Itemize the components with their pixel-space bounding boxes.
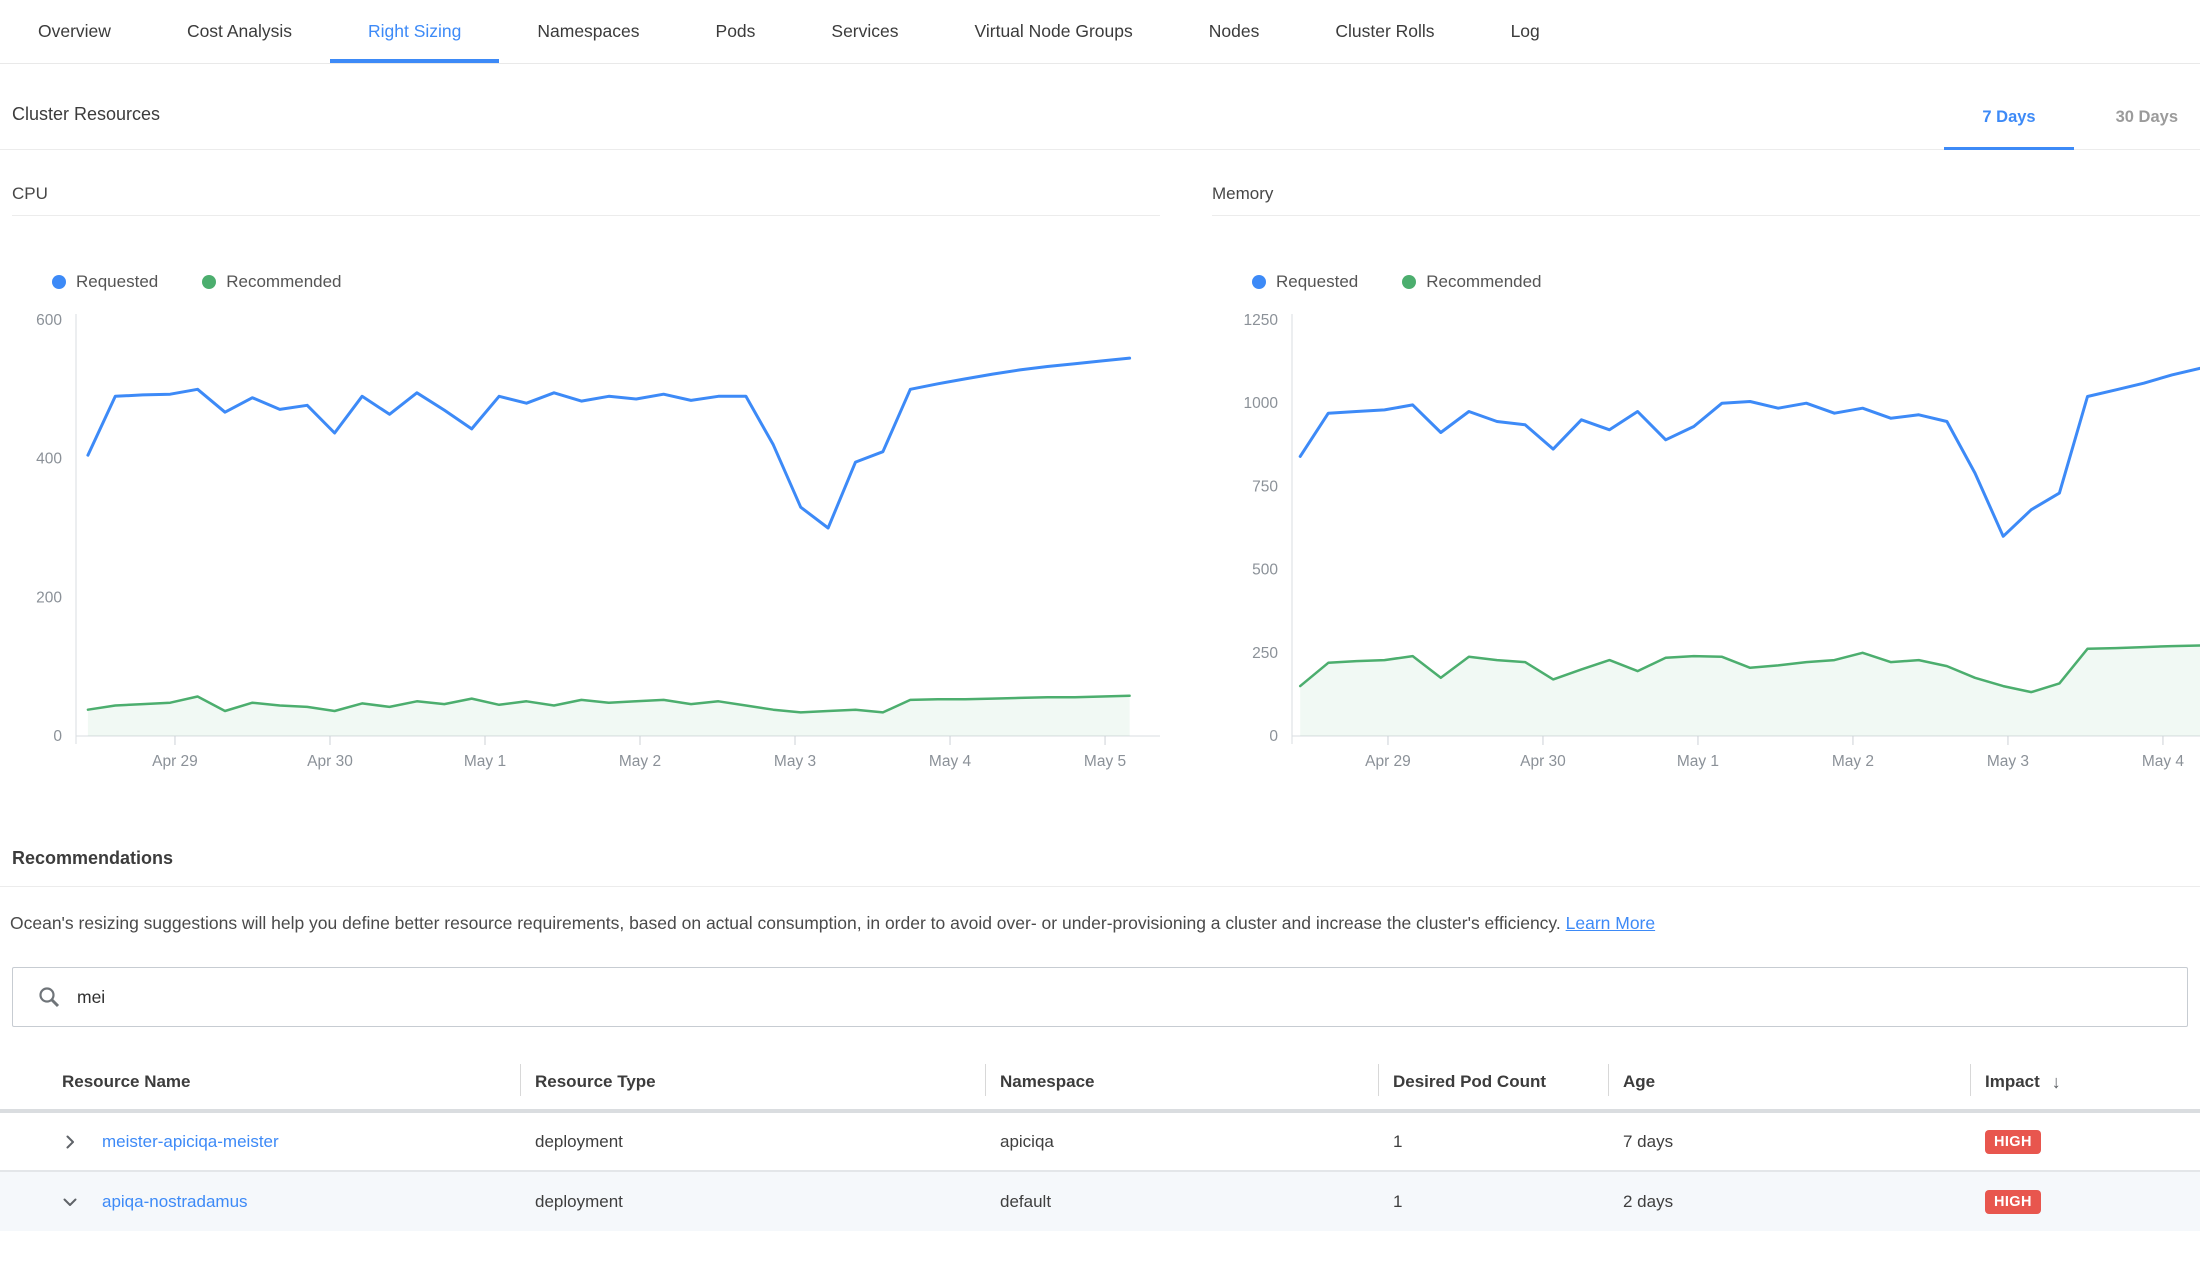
cluster-resources-title: Cluster Resources xyxy=(12,104,160,149)
table-header-row: Resource Name Resource Type Namespace De… xyxy=(0,1055,2200,1113)
svg-text:May 2: May 2 xyxy=(619,753,661,770)
svg-text:750: 750 xyxy=(1252,478,1278,495)
sort-descending-icon[interactable]: ↓ xyxy=(2052,1072,2061,1093)
range-7-days[interactable]: 7 Days xyxy=(1972,108,2045,149)
svg-text:May 3: May 3 xyxy=(1987,753,2029,770)
recommendations-description-text: Ocean's resizing suggestions will help y… xyxy=(10,913,1566,933)
recommendations-table: Resource Name Resource Type Namespace De… xyxy=(0,1055,2200,1231)
age-cell: 7 days xyxy=(1608,1132,1970,1152)
svg-text:600: 600 xyxy=(36,312,62,329)
svg-text:1250: 1250 xyxy=(1244,312,1279,329)
svg-text:Apr 30: Apr 30 xyxy=(307,753,353,770)
cpu-chart-title: CPU xyxy=(12,184,1160,216)
memory-chart-panel: Memory Requested Recommended 0 250 500 750 1… xyxy=(1212,184,2200,776)
svg-text:400: 400 xyxy=(36,451,62,468)
legend-item-requested: Requested xyxy=(52,272,158,292)
svg-text:Apr 30: Apr 30 xyxy=(1520,753,1566,770)
table-row: meister-apiciqa-meister deployment apici… xyxy=(0,1113,2200,1172)
cluster-resources-header: Cluster Resources 7 Days 30 Days xyxy=(0,64,2200,150)
impact-high-badge: HIGH xyxy=(1985,1130,2041,1154)
svg-text:May 2: May 2 xyxy=(1832,753,1874,770)
charts-row: CPU Requested Recommended 0 200 400 600 Apr … xyxy=(12,184,2200,776)
recommendations-description: Ocean's resizing suggestions will help y… xyxy=(10,913,2188,934)
top-nav: Overview Cost Analysis Right Sizing Name… xyxy=(0,0,2200,64)
tab-overview[interactable]: Overview xyxy=(0,0,149,63)
cpu-line-chart: 0 200 400 600 Apr 29 Apr 30 May 1 May 2 May 3 May… xyxy=(12,296,1160,776)
resource-name-link[interactable]: apiqa-nostradamus xyxy=(102,1192,248,1212)
legend-requested-label: Requested xyxy=(76,272,158,292)
svg-text:Apr 29: Apr 29 xyxy=(152,753,198,770)
recommended-dot-icon xyxy=(202,275,216,289)
age-cell: 2 days xyxy=(1608,1192,1970,1212)
tab-services[interactable]: Services xyxy=(793,0,936,63)
chevron-right-icon[interactable] xyxy=(62,1134,78,1150)
legend-item-recommended: Recommended xyxy=(1402,272,1541,292)
legend-requested-label: Requested xyxy=(1276,272,1358,292)
legend-item-recommended: Recommended xyxy=(202,272,341,292)
resource-type-cell: deployment xyxy=(520,1132,985,1152)
desired-pod-count-cell: 1 xyxy=(1378,1132,1608,1152)
resource-name-cell: meister-apiciqa-meister xyxy=(12,1132,520,1152)
col-impact-label: Impact xyxy=(1985,1072,2040,1092)
namespace-cell: apiciqa xyxy=(985,1132,1378,1152)
legend-recommended-label: Recommended xyxy=(1426,272,1541,292)
cpu-chart-panel: CPU Requested Recommended 0 200 400 600 Apr … xyxy=(12,184,1160,776)
col-age[interactable]: Age xyxy=(1608,1055,1970,1109)
learn-more-link[interactable]: Learn More xyxy=(1566,913,1656,933)
svg-text:May 4: May 4 xyxy=(929,753,972,770)
legend-recommended-label: Recommended xyxy=(226,272,341,292)
resource-name-cell: apiqa-nostradamus xyxy=(12,1192,520,1212)
tab-right-sizing[interactable]: Right Sizing xyxy=(330,0,499,63)
tab-pods[interactable]: Pods xyxy=(678,0,794,63)
resource-name-link[interactable]: meister-apiciqa-meister xyxy=(102,1132,279,1152)
memory-line-chart: 0 250 500 750 1000 1250 Apr 29 Apr 30 May 1 May 2… xyxy=(1212,296,2200,776)
svg-text:500: 500 xyxy=(1252,562,1278,579)
impact-cell: HIGH xyxy=(1970,1130,2200,1154)
namespace-cell: default xyxy=(985,1192,1378,1212)
tab-log[interactable]: Log xyxy=(1473,0,1578,63)
requested-dot-icon xyxy=(52,275,66,289)
search-input[interactable] xyxy=(77,987,2187,1008)
tab-virtual-node-groups[interactable]: Virtual Node Groups xyxy=(937,0,1171,63)
svg-text:200: 200 xyxy=(36,589,62,606)
svg-text:May 1: May 1 xyxy=(464,753,506,770)
range-30-days[interactable]: 30 Days xyxy=(2106,108,2188,149)
impact-cell: HIGH xyxy=(1970,1190,2200,1214)
svg-text:250: 250 xyxy=(1252,645,1278,662)
svg-text:Apr 29: Apr 29 xyxy=(1365,753,1411,770)
col-impact[interactable]: Impact ↓ xyxy=(1970,1055,2200,1109)
memory-chart-title: Memory xyxy=(1212,184,2200,216)
svg-text:1000: 1000 xyxy=(1244,395,1279,412)
col-resource-name[interactable]: Resource Name xyxy=(12,1055,520,1109)
search-box xyxy=(12,967,2188,1027)
impact-high-badge: HIGH xyxy=(1985,1190,2041,1214)
time-range-toggle: 7 Days 30 Days xyxy=(1912,108,2188,149)
search-icon xyxy=(37,985,61,1009)
desired-pod-count-cell: 1 xyxy=(1378,1192,1608,1212)
svg-text:0: 0 xyxy=(1269,728,1278,745)
chevron-down-icon[interactable] xyxy=(62,1194,78,1210)
resource-type-cell: deployment xyxy=(520,1192,985,1212)
col-desired-pod-count[interactable]: Desired Pod Count xyxy=(1378,1055,1608,1109)
tab-cost-analysis[interactable]: Cost Analysis xyxy=(149,0,330,63)
recommended-dot-icon xyxy=(1402,275,1416,289)
recommendations-title: Recommendations xyxy=(0,848,2200,887)
tab-namespaces[interactable]: Namespaces xyxy=(499,0,677,63)
col-resource-type[interactable]: Resource Type xyxy=(520,1055,985,1109)
svg-text:May 1: May 1 xyxy=(1677,753,1719,770)
svg-text:May 4: May 4 xyxy=(2142,753,2185,770)
table-row: apiqa-nostradamus deployment default 1 2… xyxy=(0,1172,2200,1231)
requested-dot-icon xyxy=(1252,275,1266,289)
svg-text:May 3: May 3 xyxy=(774,753,816,770)
svg-text:May 5: May 5 xyxy=(1084,753,1126,770)
memory-chart-legend: Requested Recommended xyxy=(1252,272,2200,292)
svg-text:0: 0 xyxy=(53,728,62,745)
tab-cluster-rolls[interactable]: Cluster Rolls xyxy=(1297,0,1472,63)
legend-item-requested: Requested xyxy=(1252,272,1358,292)
cpu-chart-legend: Requested Recommended xyxy=(52,272,1160,292)
col-namespace[interactable]: Namespace xyxy=(985,1055,1378,1109)
tab-nodes[interactable]: Nodes xyxy=(1171,0,1298,63)
